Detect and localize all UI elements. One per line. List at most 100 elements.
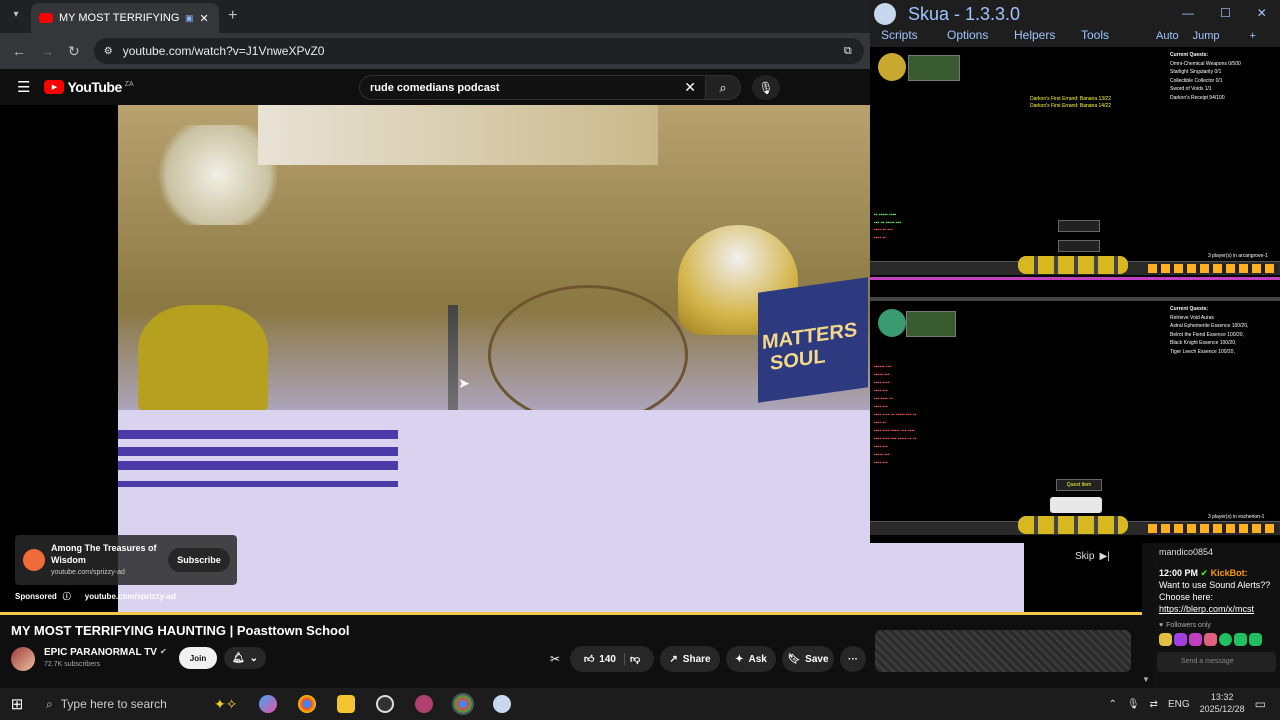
clock-time: 13:32 <box>1210 692 1234 703</box>
back-icon[interactable]: ← <box>12 43 26 59</box>
skua-menu-bar: Scripts Options Helpers Tools <box>881 28 1109 42</box>
chevron-down-icon: ⌄ <box>249 652 259 664</box>
microphone-tray-icon[interactable]: 🎙︎ <box>1127 699 1140 710</box>
share-button[interactable]: ↗ Share <box>660 646 720 672</box>
like-button[interactable]: 👍︎ 140 <box>584 653 625 665</box>
sidebar-thumbnail[interactable] <box>875 630 1131 672</box>
chat-bot-name[interactable]: KickBot: <box>1211 568 1248 578</box>
file-explorer-icon[interactable] <box>337 695 356 713</box>
minimize-icon[interactable]: — <box>1182 6 1194 20</box>
obs-icon[interactable] <box>376 695 395 713</box>
windows-start-icon[interactable]: ⊞ <box>0 695 34 713</box>
menu-jump[interactable]: Jump <box>1193 30 1220 42</box>
menu-icons-1[interactable] <box>1148 264 1278 273</box>
skip-ad-button[interactable]: Skip ▶| <box>1075 551 1110 562</box>
chat-username[interactable]: mandico0854 <box>1153 543 1280 561</box>
quest-header-2: Current Quests: <box>1170 306 1209 312</box>
forward-icon[interactable]: → <box>40 43 54 59</box>
language-indicator[interactable]: ENG <box>1168 699 1190 710</box>
chrome-profile-icon[interactable] <box>452 693 475 715</box>
network-icon[interactable]: ⇄ <box>1150 699 1158 710</box>
system-tray: ⌃ 🎙︎ ⇄ ENG 13:32 2025/12/28 ▭ <box>1108 692 1280 715</box>
menu-add[interactable]: + <box>1250 30 1256 42</box>
emote-row[interactable] <box>1153 629 1280 650</box>
search-icon: ⌕ <box>46 696 53 711</box>
search-button[interactable]: ⌕ <box>705 75 741 100</box>
quest-item-toast <box>1058 220 1100 232</box>
menu-options[interactable]: Options <box>947 28 1014 42</box>
menu-tools[interactable]: Tools <box>1081 28 1109 42</box>
site-info-icon[interactable]: ⚙ <box>104 46 113 57</box>
cloth-stripe <box>118 447 398 456</box>
tab-search-icon[interactable]: ▾ <box>8 9 24 25</box>
ad-subscribe-button[interactable]: Subscribe <box>168 548 230 572</box>
emote-icon[interactable] <box>1174 632 1187 646</box>
new-tab-button[interactable]: + <box>228 7 237 25</box>
ad-title[interactable]: Among The Treasures of Wisdom <box>51 543 161 566</box>
game-view-1[interactable]: Current Quests: Omni-Chemical Weapons 0/… <box>870 47 1280 297</box>
crown-of-thorns <box>488 285 688 425</box>
join-button[interactable]: Join <box>179 647 217 669</box>
clear-search-icon[interactable]: ✕ <box>684 79 696 96</box>
youtube-logo[interactable]: ▶ YouTube ZA <box>44 79 134 95</box>
snipping-tool-icon[interactable] <box>415 695 434 713</box>
channel-avatar[interactable] <box>11 647 35 671</box>
copilot-icon[interactable] <box>259 695 278 713</box>
channel-name-row[interactable]: EPIC PARANORMAL TV ✔ <box>44 647 167 658</box>
close-icon[interactable]: ✕ <box>1257 6 1267 20</box>
emote-icon[interactable] <box>1219 632 1232 646</box>
game-view-2[interactable]: Current Quests: Retrieve Void Auras Astr… <box>870 301 1280 543</box>
action-bar-2[interactable] <box>870 516 1280 535</box>
chat-link[interactable]: https://blerp.com/x/mcst <box>1159 603 1274 615</box>
sponsored-domain[interactable]: youtube.com/sprizzy-ad <box>85 592 176 601</box>
search-input[interactable]: rude comedians podcast ✕ <box>359 75 707 100</box>
skua-title: Skua - 1.3.3.0 <box>908 4 1021 24</box>
menu-helpers[interactable]: Helpers <box>1014 28 1081 42</box>
ad-progress-bar[interactable] <box>0 612 1142 615</box>
skua-taskbar-icon[interactable] <box>493 695 512 713</box>
channel-name[interactable]: EPIC PARANORMAL TV <box>44 647 157 658</box>
notification-icon[interactable]: ▭ <box>1255 697 1266 711</box>
skill-slots-2[interactable] <box>1018 516 1128 534</box>
browser-tab[interactable]: MY MOST TERRIFYING HAU ▣ ✕ <box>31 3 219 33</box>
maximize-icon[interactable]: ☐ <box>1220 6 1231 20</box>
emote-icon[interactable] <box>1204 632 1217 646</box>
copilot-sparkle-icon[interactable]: ✦✧ <box>214 696 237 713</box>
quest-tracker-1: Current Quests: Omni-Chemical Weapons 0/… <box>1170 51 1241 102</box>
reload-icon[interactable]: ↻ <box>68 43 80 60</box>
taskbar-search-box[interactable]: ⌕ Type here to search <box>34 688 200 720</box>
skill-slots-1[interactable] <box>1018 256 1128 274</box>
info-icon[interactable]: ⓘ <box>63 591 71 602</box>
shorts-remix-icon[interactable]: ✂ <box>550 652 560 666</box>
region-code: ZA <box>124 81 134 88</box>
quest-line: Astral Ephemerite Essence 100/20, <box>1170 323 1249 329</box>
menu-scripts[interactable]: Scripts <box>881 28 947 42</box>
player-hp-panel-2 <box>906 311 956 337</box>
save-button[interactable]: 🔖︎ Save <box>782 646 834 672</box>
install-icon[interactable]: ⧉ <box>844 45 852 58</box>
menu-auto[interactable]: Auto <box>1156 30 1179 42</box>
emote-icon[interactable] <box>1234 632 1247 646</box>
emote-icon[interactable] <box>1159 632 1172 646</box>
loot-popup[interactable] <box>1050 497 1102 513</box>
ad-card[interactable]: Among The Treasures of Wisdom youtube.co… <box>15 535 237 585</box>
action-bar-1[interactable] <box>870 256 1280 275</box>
omnibox[interactable]: ⚙ youtube.com/watch?v=J1VnweXPvZ0 ⧉ <box>93 38 864 64</box>
more-actions-button[interactable]: ··· <box>840 646 866 672</box>
tray-chevron-icon[interactable]: ⌃ <box>1108 699 1116 710</box>
emote-icon[interactable] <box>1249 632 1262 646</box>
subscribed-bell-button[interactable]: 🔔︎ ⌄ <box>224 647 266 669</box>
ask-button[interactable]: ✦ Ask <box>726 646 776 672</box>
menu-icon[interactable]: ☰ <box>17 78 30 96</box>
dislike-button[interactable]: 👎︎ <box>630 653 640 665</box>
chat-collapse-icon[interactable]: ▼ <box>1142 675 1150 684</box>
tab-close-icon[interactable]: ✕ <box>200 12 209 25</box>
voice-search-button[interactable]: 🎙︎ <box>752 75 780 100</box>
chrome-icon[interactable] <box>298 695 317 713</box>
emote-icon[interactable] <box>1189 632 1202 646</box>
chat-input[interactable]: Send a message <box>1157 651 1276 672</box>
window-curtain <box>258 105 658 165</box>
clock[interactable]: 13:32 2025/12/28 <box>1200 692 1245 715</box>
menu-icons-2[interactable] <box>1148 524 1278 533</box>
quest-tracker-2: Current Quests: Retrieve Void Auras Astr… <box>1170 305 1248 356</box>
